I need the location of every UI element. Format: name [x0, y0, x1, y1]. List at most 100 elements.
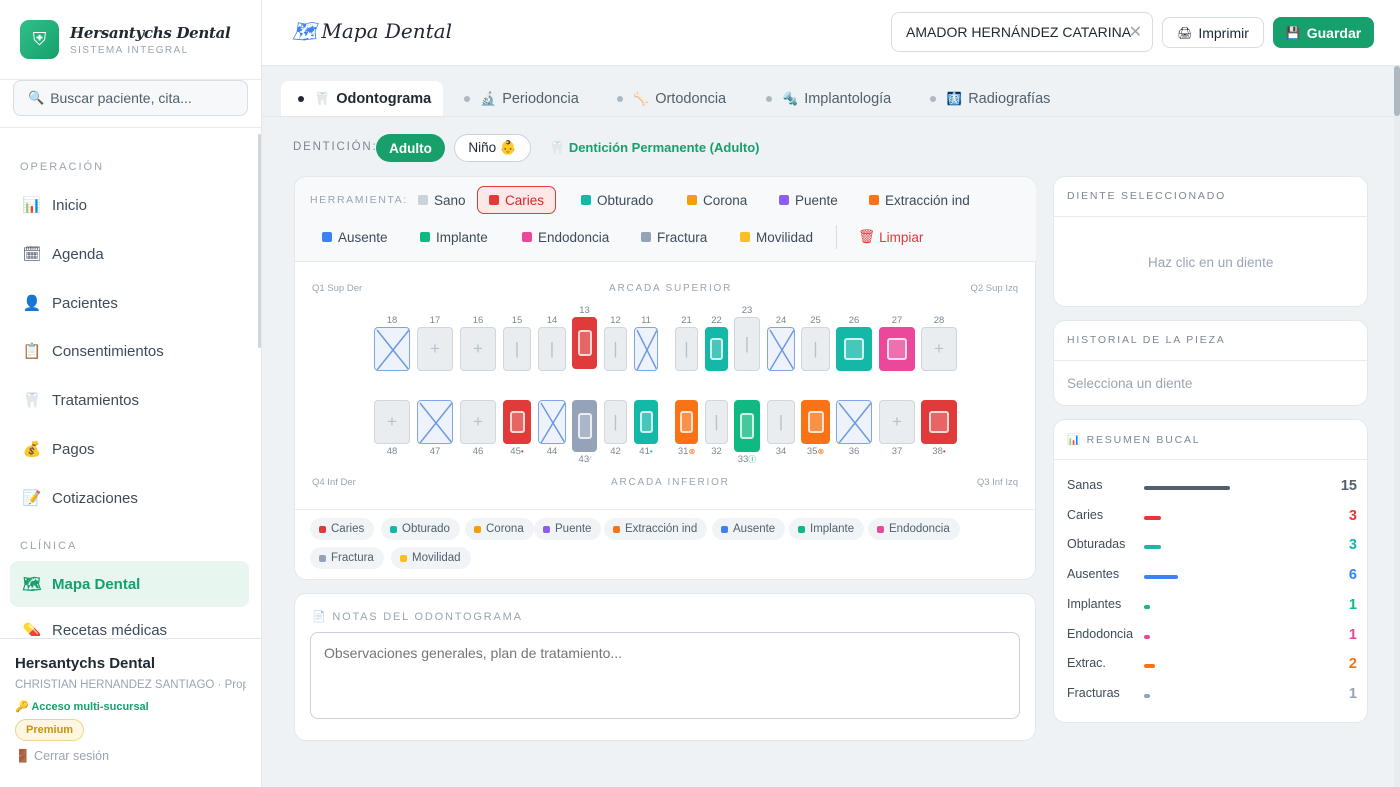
- brand: ⛨ Hersantychs Dental SISTEMA INTEGRAL: [0, 0, 261, 80]
- tooth-12[interactable]: |: [604, 327, 627, 371]
- tool-obturado[interactable]: Obturado: [581, 186, 653, 214]
- divider: [0, 127, 261, 128]
- tool-movilidad[interactable]: Movilidad: [740, 223, 813, 251]
- tooth-15[interactable]: |: [503, 327, 531, 371]
- tooth-24[interactable]: [767, 327, 795, 371]
- tooth-33[interactable]: [734, 400, 760, 452]
- save-button[interactable]: 💾 Guardar: [1273, 17, 1374, 48]
- tool-endodoncia[interactable]: Endodoncia: [522, 223, 609, 251]
- legend-label: Fractura: [331, 552, 374, 564]
- tooth-18[interactable]: [374, 327, 410, 371]
- tooth-11[interactable]: [634, 327, 658, 371]
- tab-label: Radiografías: [968, 90, 1051, 107]
- logout-label: Cerrar sesión: [34, 749, 110, 763]
- tooth-36[interactable]: [836, 400, 872, 444]
- legend-label: Endodoncia: [889, 523, 950, 535]
- tooth-34[interactable]: |: [767, 400, 795, 444]
- tooth-16[interactable]: +: [460, 327, 496, 371]
- tooth-37[interactable]: +: [879, 400, 915, 444]
- tab-ortodoncia[interactable]: 🦴 Ortodoncia: [609, 81, 744, 116]
- tooth-31[interactable]: [675, 400, 698, 444]
- tooth-46[interactable]: +: [460, 400, 496, 444]
- tooth-45[interactable]: [503, 400, 531, 444]
- tooth-22[interactable]: [705, 327, 728, 371]
- tooth-47[interactable]: [417, 400, 453, 444]
- tooth-13[interactable]: [572, 317, 597, 369]
- sidebar-item-recetas[interactable]: 💊 Recetas médicas: [10, 610, 249, 636]
- patient-selector[interactable]: AMADOR HERNÁNDEZ CATARINA ✕: [891, 12, 1153, 52]
- tooth-26[interactable]: [836, 327, 872, 371]
- microscope-icon: 🔬: [480, 90, 497, 106]
- tooth-number: 18: [377, 315, 407, 326]
- color-swatch: [779, 195, 789, 205]
- dentition-adult-button[interactable]: Adulto: [376, 134, 445, 162]
- tooth-25[interactable]: |: [801, 327, 830, 371]
- tooth-21[interactable]: |: [675, 327, 698, 371]
- tooth-14[interactable]: |: [538, 327, 566, 371]
- tooth-number-text: 44: [546, 446, 558, 457]
- tooth-23[interactable]: |: [734, 317, 760, 371]
- legend-swatch: [319, 554, 326, 562]
- sidebar-item-agenda[interactable]: 🗓 Agenda: [10, 231, 249, 277]
- tooth-41[interactable]: [634, 400, 658, 444]
- tab-radiografías[interactable]: 🩻 Radiografías: [922, 81, 1062, 116]
- summary-label: Obturadas: [1067, 537, 1126, 552]
- tool-implante[interactable]: Implante: [420, 223, 488, 251]
- legend-divider: [295, 509, 1035, 510]
- sidebar-item-label: Mapa Dental: [52, 575, 141, 593]
- tab-implantología[interactable]: 🔩 Implantología: [758, 81, 908, 116]
- extraccion-mark: [807, 411, 824, 433]
- tooth-number-text: 32: [711, 446, 722, 457]
- sidebar-item-consentimientos[interactable]: 📋 Consentimientos: [10, 328, 249, 374]
- sidebar-item-inicio[interactable]: 📊 Inicio: [10, 182, 249, 228]
- color-swatch: [869, 195, 879, 205]
- tooth-44[interactable]: [538, 400, 566, 444]
- legend-label: Corona: [486, 523, 524, 535]
- notes-textarea[interactable]: [310, 632, 1020, 719]
- tab-periodoncia[interactable]: 🔬 Periodoncia: [456, 81, 594, 116]
- tool-caries[interactable]: Caries: [477, 186, 557, 214]
- sidebar-scrollbar[interactable]: [258, 134, 261, 348]
- tooth-42[interactable]: |: [604, 400, 627, 444]
- dentition-child-button[interactable]: Niño 👶: [454, 134, 531, 162]
- logout-button[interactable]: 🚪 Cerrar sesión: [15, 749, 246, 764]
- tooth-number-text: 28: [933, 315, 945, 326]
- tooth-35[interactable]: [801, 400, 830, 444]
- tooth-number: 43⁄: [570, 454, 600, 465]
- legend-swatch: [798, 525, 805, 533]
- color-swatch: [418, 195, 428, 205]
- tool-fractura[interactable]: Fractura: [641, 223, 707, 251]
- sidebar-item-pacientes[interactable]: 👤 Pacientes: [10, 280, 249, 326]
- clear-button[interactable]: 🗑 Limpiar: [858, 223, 923, 251]
- tooth-38[interactable]: [921, 400, 957, 444]
- tooth-number: 34: [766, 446, 796, 457]
- tool-extracción-ind[interactable]: Extracción ind: [869, 186, 970, 214]
- tooth-17[interactable]: +: [417, 327, 453, 371]
- tool-puente[interactable]: Puente: [779, 186, 838, 214]
- history-title: HISTORIAL DE LA PIEZA: [1067, 334, 1226, 346]
- tooth-27[interactable]: [879, 327, 915, 371]
- sidebar-item-cotizaciones[interactable]: 📝 Cotizaciones: [10, 475, 249, 521]
- tool-sano[interactable]: Sano: [418, 186, 466, 214]
- upper-arch-label: ARCADA SUPERIOR: [609, 283, 733, 294]
- sidebar-item-tratamientos[interactable]: 🦷 Tratamientos: [10, 377, 249, 423]
- tooth-32[interactable]: |: [705, 400, 728, 444]
- sidebar-item-pagos[interactable]: 💰 Pagos: [10, 426, 249, 472]
- tool-corona[interactable]: Corona: [687, 186, 747, 214]
- divider: [1054, 459, 1368, 460]
- tool-ausente[interactable]: Ausente: [322, 223, 388, 251]
- tooth-28[interactable]: +: [921, 327, 957, 371]
- tab-odontograma[interactable]: 🦷 Odontograma: [281, 81, 443, 116]
- summary-bar: [1144, 575, 1178, 580]
- healthy-tooth-mark: +: [473, 339, 483, 358]
- tooth-number-text: 26: [848, 315, 860, 326]
- tooth-43[interactable]: [572, 400, 597, 452]
- tooth-48[interactable]: +: [374, 400, 410, 444]
- close-icon[interactable]: ✕: [1129, 22, 1142, 42]
- print-button[interactable]: 🖨 Imprimir: [1162, 17, 1264, 48]
- sidebar-item-mapa-dental[interactable]: 🗺 Mapa Dental: [10, 561, 249, 607]
- search-input[interactable]: 🔍 Buscar paciente, cita...: [13, 80, 248, 116]
- main-scrollbar[interactable]: [1394, 66, 1400, 787]
- scrollbar-thumb[interactable]: [1394, 66, 1400, 116]
- absent-cross-mark: [376, 329, 409, 370]
